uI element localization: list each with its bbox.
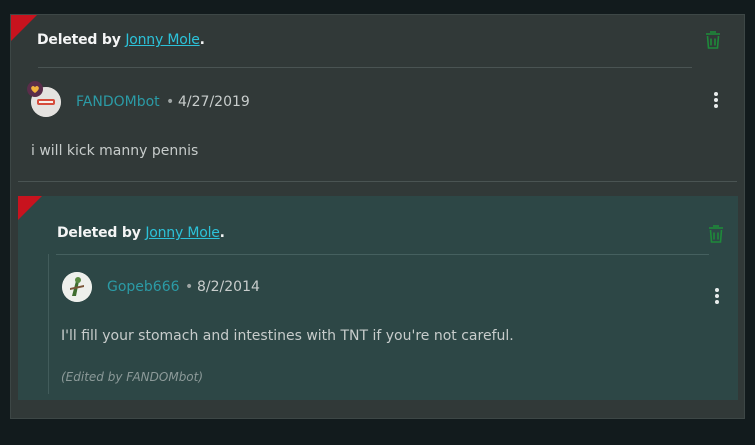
comment-author[interactable]: FANDOMbot xyxy=(76,94,160,110)
deleted-by-user-link[interactable]: Jonny Mole xyxy=(125,32,200,48)
comment-divider xyxy=(18,181,737,182)
reply-avatar[interactable] xyxy=(62,272,92,302)
deleted-reply: Deleted by Jonny Mole. Gopeb666 • 8/2/20… xyxy=(18,196,738,400)
reply-deleted-by-user-link[interactable]: Jonny Mole xyxy=(145,225,220,241)
reply-date[interactable]: 8/2/2014 xyxy=(197,279,260,295)
comment-date[interactable]: 4/27/2019 xyxy=(178,94,250,110)
reply-meta-separator: • xyxy=(185,279,194,295)
comment-body: i will kick manny pennis xyxy=(31,143,199,159)
reply-author[interactable]: Gopeb666 xyxy=(107,279,180,295)
kebab-menu-icon[interactable] xyxy=(713,92,719,110)
deleted-by-suffix: . xyxy=(199,32,205,48)
reply-thread-rail xyxy=(48,254,49,394)
reply-deleted-by-prefix: Deleted by xyxy=(57,225,141,241)
meta-separator: • xyxy=(166,94,175,110)
reply-trash-icon[interactable] xyxy=(707,224,725,244)
reply-body: I'll fill your stomach and intestines wi… xyxy=(61,328,514,344)
reply-kebab-menu-icon[interactable] xyxy=(714,288,720,306)
deleted-by-header: Deleted by Jonny Mole. xyxy=(37,32,205,48)
reply-deleted-by-suffix: . xyxy=(219,225,225,241)
reply-header-divider xyxy=(56,254,709,255)
deleted-by-prefix: Deleted by xyxy=(37,32,121,48)
reply-deleted-by-header: Deleted by Jonny Mole. xyxy=(57,225,225,241)
deleted-flag-icon xyxy=(11,15,37,41)
header-divider xyxy=(38,67,692,68)
reply-deleted-flag-icon xyxy=(18,196,42,220)
edited-note: (Edited by FANDOMbot) xyxy=(61,370,204,384)
heart-icon xyxy=(27,81,43,97)
trash-icon[interactable] xyxy=(704,30,722,50)
deleted-comment-thread: Deleted by Jonny Mole. FANDOMbot • 4/27/… xyxy=(10,14,745,419)
